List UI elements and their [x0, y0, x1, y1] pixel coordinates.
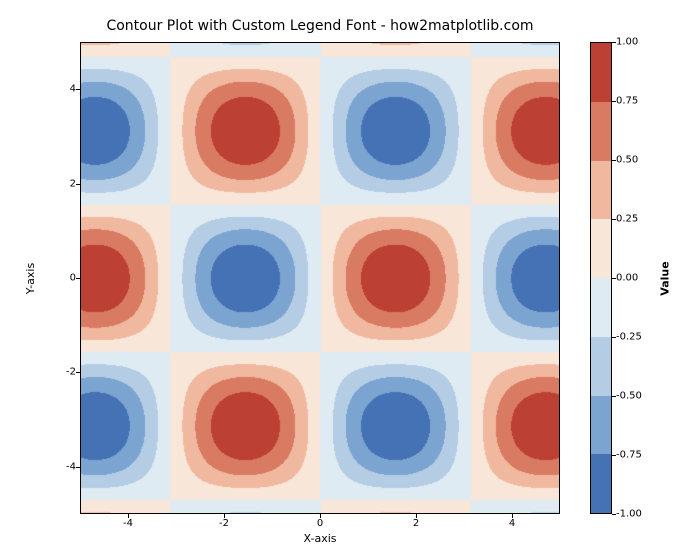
- y-tick: 2: [58, 178, 76, 189]
- x-tick: 2: [413, 518, 419, 529]
- colorbar-tick: 0.50: [616, 155, 638, 166]
- y-tick: -4: [58, 461, 76, 472]
- x-tick: -2: [219, 518, 229, 529]
- contour-axes: [80, 42, 560, 514]
- colorbar: [590, 42, 612, 514]
- x-tick: -4: [123, 518, 133, 529]
- y-tick: 4: [58, 84, 76, 95]
- chart-title: Contour Plot with Custom Legend Font - h…: [80, 18, 560, 34]
- x-axis-label: X-axis: [80, 532, 560, 545]
- colorbar-tick: 0.25: [616, 214, 638, 225]
- contour-surface: [81, 43, 559, 513]
- colorbar-tick: 1.00: [616, 37, 638, 48]
- x-tick: 4: [509, 518, 515, 529]
- y-tick: -2: [58, 367, 76, 378]
- colorbar-tick: -1.00: [616, 509, 642, 520]
- colorbar-label: Value: [658, 42, 672, 514]
- colorbar-tick: 0.00: [616, 273, 638, 284]
- x-tick: 0: [317, 518, 323, 529]
- y-axis-label: Y-axis: [24, 42, 38, 514]
- colorbar-tick: 0.75: [616, 96, 638, 107]
- colorbar-tick: -0.50: [616, 391, 642, 402]
- colorbar-tick: -0.25: [616, 332, 642, 343]
- figure: Contour Plot with Custom Legend Font - h…: [0, 0, 700, 560]
- y-tick: 0: [58, 273, 76, 284]
- colorbar-tick: -0.75: [616, 450, 642, 461]
